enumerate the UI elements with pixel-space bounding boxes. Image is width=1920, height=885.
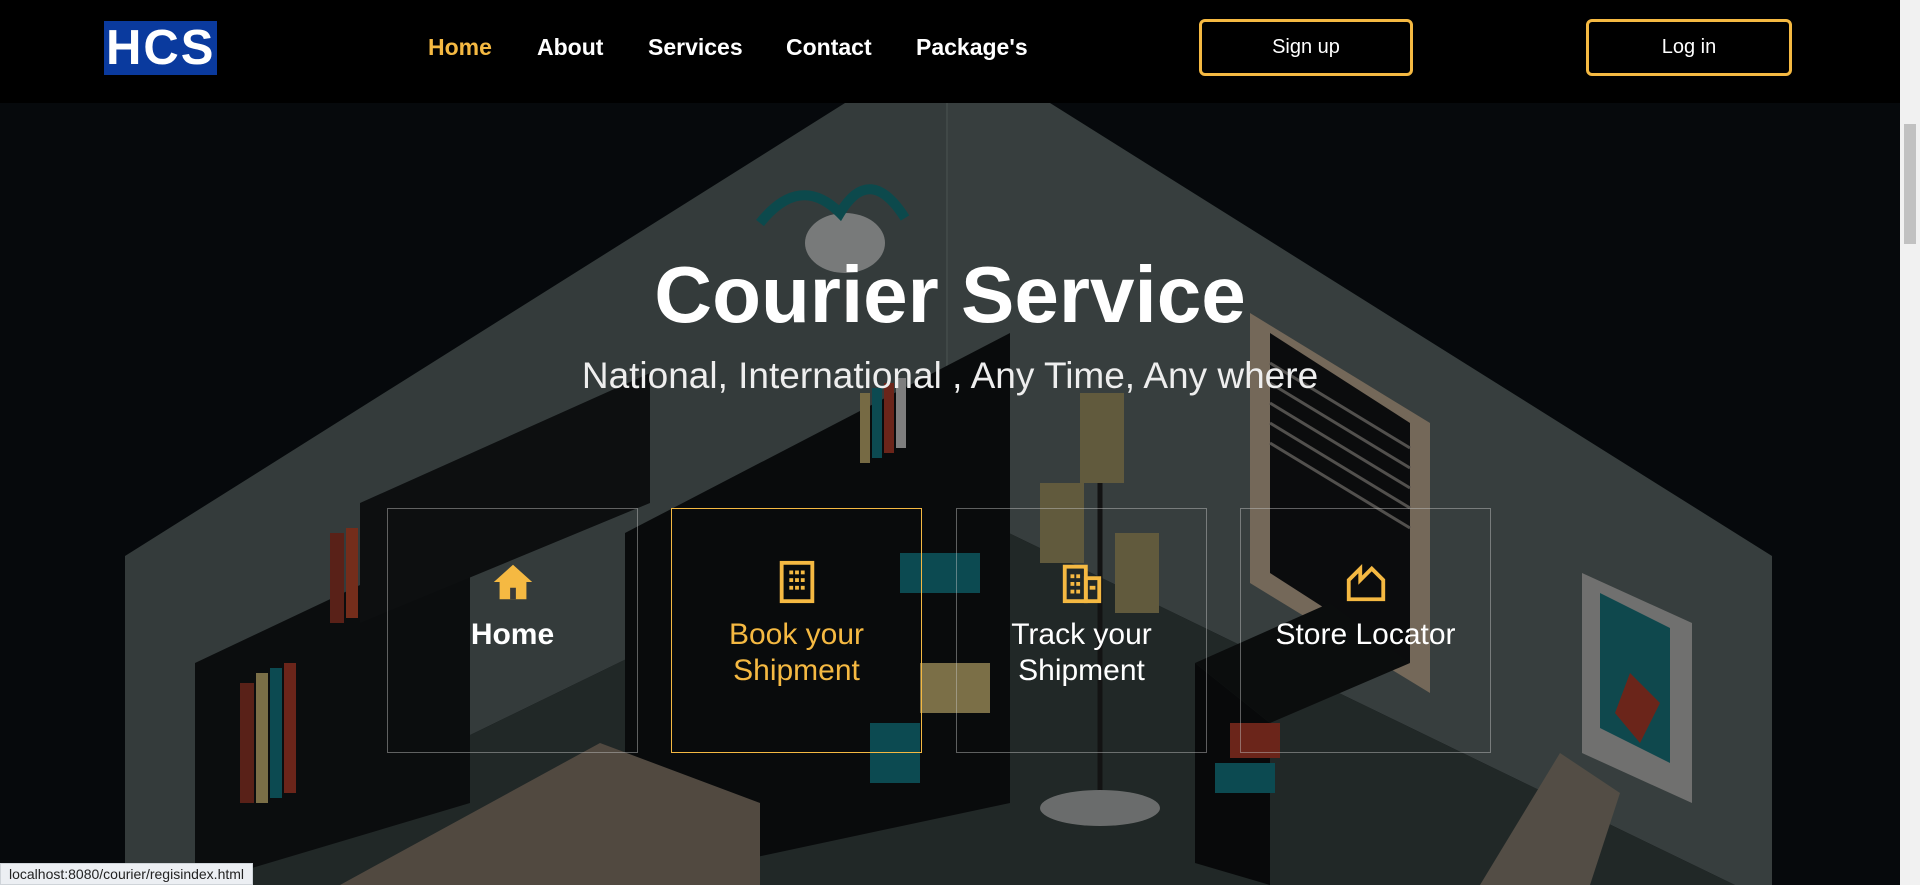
card-book-label: Book your Shipment xyxy=(728,618,865,687)
hero-subtitle: National, International , Any Time, Any … xyxy=(581,355,1319,396)
building-icon xyxy=(779,560,814,604)
card-track-label: Track your Shipment xyxy=(1011,618,1152,687)
login-button[interactable]: Log in xyxy=(1586,19,1792,76)
card-home-label: Home xyxy=(470,618,555,651)
hero-section: Courier Service National, International … xyxy=(0,103,1900,885)
factory-icon xyxy=(1346,563,1385,602)
scrollbar-thumb[interactable] xyxy=(1904,124,1916,244)
card-home[interactable]: Home xyxy=(387,508,638,753)
card-store-label: Store Locator xyxy=(1275,618,1456,651)
nav-link-contact[interactable]: Contact xyxy=(786,34,872,61)
vertical-scrollbar[interactable] xyxy=(1900,0,1920,885)
hero-title: Courier Service xyxy=(654,250,1246,339)
room-illustration-background xyxy=(0,103,1900,885)
nav-link-services[interactable]: Services xyxy=(648,34,743,61)
house-icon xyxy=(493,564,532,600)
status-bar-url: localhost:8080/courier/regisindex.html xyxy=(0,863,254,885)
card-store-locator[interactable]: Store Locator xyxy=(1240,508,1491,753)
nav-link-packages[interactable]: Package's xyxy=(916,34,1028,61)
card-book-shipment[interactable]: Book your Shipment xyxy=(671,508,922,753)
brand-logo[interactable]: HCS xyxy=(104,21,218,75)
office-building-icon xyxy=(1062,564,1101,604)
nav-link-about[interactable]: About xyxy=(537,34,603,61)
navbar: HCS Home About Services Contact Package'… xyxy=(0,0,1900,103)
card-track-shipment[interactable]: Track your Shipment xyxy=(956,508,1207,753)
signup-button[interactable]: Sign up xyxy=(1199,19,1413,76)
nav-link-home[interactable]: Home xyxy=(428,34,492,61)
